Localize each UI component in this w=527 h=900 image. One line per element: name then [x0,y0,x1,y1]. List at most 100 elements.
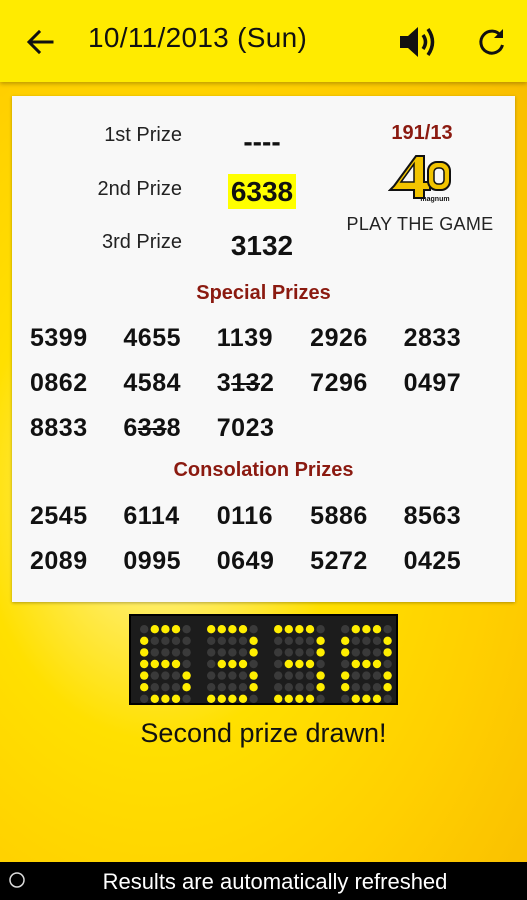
magnum-4d-logo: magnum [388,155,451,203]
led-dot-on [249,671,258,680]
prize-number: 0497 [403,369,462,397]
led-dot-off [207,683,216,692]
led-dot-off [295,648,304,657]
led-dot-on [305,625,315,634]
led-dot-off [238,683,248,692]
led-dot-off [150,683,159,692]
led-dot-on [274,625,283,634]
led-dot-on [150,694,159,703]
refresh-message: Results are automatically refreshed [102,869,448,894]
led-dot-on [284,625,293,634]
led-dot-on [383,648,392,657]
led-dot-off [238,636,248,645]
led-dot-off [274,683,283,692]
led-dot-on [228,694,237,703]
prize-number: 5399 [30,324,88,352]
led-dot-off [207,636,216,645]
arrow-left-icon[interactable] [24,26,56,58]
led-dot-off [182,648,191,657]
prize-number: 5272 [310,547,368,575]
led-dot-off [295,683,304,692]
svg-text:magnum: magnum [420,196,449,203]
led-dot-off [274,671,283,680]
prize-number: 0649 [216,547,275,575]
led-dot-on [316,683,325,692]
led-dot-on [316,671,325,680]
led-dot-off [341,625,350,634]
led-dot-on [341,648,350,657]
led-dot-on [316,648,325,657]
refresh-icon[interactable] [476,26,508,58]
second-prize-value: 6338 [227,174,297,209]
led-dot-on [161,694,170,703]
led-dot-off [238,648,248,657]
draw-number: 191/13 [391,122,453,144]
led-dot-off [140,625,149,634]
led-dot-off [351,683,360,692]
led-dot-on [341,683,350,692]
third-prize-value: 3132 [230,230,294,261]
led-dot-off [228,671,237,680]
volume-icon[interactable] [398,22,440,62]
led-dot-off [150,648,159,657]
led-dot-on [362,659,371,669]
led-dot-off [295,636,304,645]
first-prize-value: ---- [243,126,281,157]
led-dot-on [372,659,382,669]
prize-number: 6338 [123,414,182,442]
led-dot-on [217,694,226,703]
led-dot-off [284,636,293,645]
led-dot-on [351,694,360,703]
prize-row: 5399 4655 1139 2926 2833 [30,316,510,361]
led-dot-off [161,636,170,645]
led-dot-on [284,694,293,703]
led-dot-on [150,625,159,634]
led-dot-off [274,636,283,645]
led-dot-off [150,636,159,645]
led-dot-on [295,659,304,669]
led-dot-on [140,636,149,645]
led-dot-on [140,659,149,669]
led-dot-on [140,683,149,692]
led-dot-off [150,671,159,680]
led-dot-on [182,671,191,680]
prize-number: 6114 [123,502,180,530]
led-dot-off [372,636,382,645]
led-dot-on [182,683,191,692]
led-dot-off [362,648,371,657]
prize-number: 2926 [310,324,368,352]
led-dot-on [362,625,371,634]
prize-number: 2545 [30,502,88,530]
led-dot-off [217,683,226,692]
led-dot-off [305,671,315,680]
led-dot-on [341,671,350,680]
results-card: 1st Prize ---- 2nd Prize 6338 3rd Prize … [12,96,515,602]
led-dot-on [228,659,237,669]
led-dot-on [295,694,304,703]
prize-number: 0862 [30,369,88,397]
prize-row: 2089 0995 0649 5272 0425 [30,539,510,584]
prize-number: 0116 [216,502,274,530]
led-dot-on [249,683,258,692]
led-dot-off [249,659,258,669]
led-dot-off [305,636,315,645]
led-dot-on [207,625,216,634]
prize-number: 4655 [123,324,182,352]
led-dot-off [274,648,283,657]
led-dot-on [238,659,248,669]
led-dot-on [238,625,248,634]
led-dot-off [362,683,371,692]
led-dot-on [274,694,283,703]
led-dot-off [305,683,315,692]
app-bar: 10/11/2013 (Sun) [0,0,527,82]
led-dot-off [284,671,293,680]
play-the-game-link[interactable]: PLAY THE GAME [332,214,508,235]
led-dot-off [351,636,360,645]
led-dot-off [182,625,191,634]
led-dot-off [217,636,226,645]
prize-number: 3132 [216,369,275,397]
led-dot-on [249,648,258,657]
led-dot-on [383,683,392,692]
led-dot-on [351,625,360,634]
led-dot-off [316,694,325,703]
